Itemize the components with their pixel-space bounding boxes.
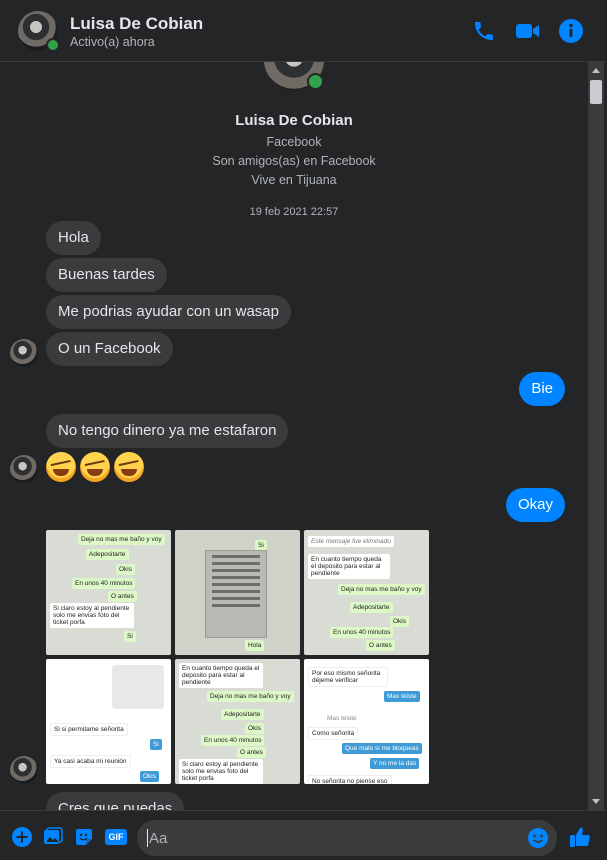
- chat-screenshot-text: Si claro estoy al pendiente solo me envi…: [179, 759, 263, 784]
- chat-screenshot-text: O antes: [237, 747, 266, 758]
- chat-screenshot-text: En unos 40 minutos: [201, 735, 265, 746]
- scroll-down-icon[interactable]: [592, 799, 600, 804]
- message-bubble[interactable]: Cres que puedas: [46, 792, 185, 810]
- chat-screenshot-text: Como señorita: [308, 727, 359, 740]
- message-bubble[interactable]: O un Facebook: [46, 332, 173, 366]
- chat-screenshot-text: Adepositarte: [86, 549, 129, 560]
- conversation[interactable]: Luisa De Cobian Facebook Son amigos(as) …: [0, 62, 588, 810]
- text-caret: [147, 829, 148, 847]
- chat-screenshot-text: Adepositarte: [350, 602, 393, 613]
- chat-header: Luisa De Cobian Activo(a) ahora: [0, 0, 607, 62]
- chat-screenshot-text: Este mensaje fue eliminado: [308, 536, 394, 547]
- chat-screenshot-text: En unos 40 minutos: [330, 627, 394, 638]
- chat-screenshot-text: Por eso mismo señorita déjeme verificar: [308, 667, 388, 687]
- shared-photo[interactable]: Si Hola: [175, 530, 300, 655]
- chat-screenshot-text: En unos 40 minutos: [72, 578, 136, 589]
- profile-friendship: Son amigos(as) en Facebook: [212, 154, 376, 168]
- add-icon[interactable]: [11, 826, 33, 848]
- scrollbar[interactable]: [588, 62, 604, 810]
- chat-screenshot-text: Okis: [390, 616, 409, 627]
- avatar[interactable]: [18, 11, 60, 52]
- profile-name: Luisa De Cobian: [235, 112, 353, 129]
- sticker-icon[interactable]: [74, 827, 94, 847]
- composer-bar: GIF: [0, 810, 607, 860]
- emoji-icon[interactable]: [527, 827, 549, 849]
- keyboard-sticker-image: [112, 665, 164, 709]
- phone-icon[interactable]: [471, 18, 497, 44]
- like-icon[interactable]: [568, 825, 592, 849]
- profile-source: Facebook: [266, 135, 322, 149]
- chat-screenshot-text: Okis: [116, 564, 135, 575]
- chat-screenshot-text: Si claro estoy al pendiente solo me envi…: [50, 603, 134, 628]
- chat-screenshot-text: O antes: [366, 640, 395, 651]
- laughing-emoji-icon: [114, 452, 144, 482]
- video-icon[interactable]: [515, 18, 541, 44]
- chat-screenshot-text: En cuanto tiempo queda el deposito para …: [308, 554, 390, 579]
- message-bubble-outgoing[interactable]: Okay: [505, 488, 565, 522]
- message-bubble[interactable]: Hola: [46, 221, 101, 255]
- gif-icon[interactable]: GIF: [105, 829, 127, 845]
- avatar[interactable]: [10, 455, 38, 483]
- chat-screenshot-text: Ya casi acaba mi reunión: [50, 755, 131, 768]
- chat-screenshot-text: Deja no mas me baño y voy: [207, 691, 294, 702]
- scrollbar-thumb[interactable]: [590, 80, 602, 104]
- chat-screenshot-text: Adepositarte: [221, 709, 264, 720]
- chat-screenshot-text: Que malo si me bloqueas: [342, 743, 422, 754]
- contact-name[interactable]: Luisa De Cobian: [70, 14, 203, 34]
- chat-screenshot-text: Mas teiste: [384, 691, 420, 702]
- message-bubble-outgoing[interactable]: Bie: [519, 372, 565, 406]
- receipt-photo: [205, 550, 267, 638]
- laughing-emoji-icon: [80, 452, 110, 482]
- shared-photo[interactable]: En cuanto tiempo queda el deposito para …: [175, 659, 300, 784]
- message-bubble[interactable]: Buenas tardes: [46, 258, 167, 292]
- chat-screenshot-text: No señorita no piense eso: [308, 775, 392, 784]
- chat-screenshot-text: Okis: [140, 771, 159, 782]
- emoji-message[interactable]: [46, 452, 148, 489]
- chat-screenshot-text: Y no me la das: [370, 758, 420, 769]
- avatar[interactable]: [10, 756, 38, 784]
- contact-status: Activo(a) ahora: [70, 35, 155, 49]
- messenger-window: Luisa De Cobian Activo(a) ahora Luisa De…: [0, 0, 607, 860]
- message-timestamp: 19 feb 2021 22:57: [249, 206, 339, 218]
- message-input-wrapper: [137, 820, 557, 856]
- chat-screenshot-text: En cuanto tiempo queda el deposito para …: [179, 663, 263, 688]
- chat-screenshot-text: Hola: [245, 640, 265, 651]
- chat-screenshot-text: Okis: [245, 723, 264, 734]
- message-bubble[interactable]: Me podrias ayudar con un wasap: [46, 295, 291, 329]
- chat-screenshot-text: Deja no mas me baño y voy: [338, 584, 425, 595]
- info-icon[interactable]: [558, 18, 584, 44]
- profile-location: Vive en Tijuana: [251, 173, 337, 187]
- chat-screenshot-text: Deja no mas me baño y voy: [78, 534, 165, 545]
- shared-photo[interactable]: Por eso mismo señorita déjeme verificar …: [304, 659, 429, 784]
- message-input[interactable]: [149, 820, 519, 856]
- avatar[interactable]: [10, 339, 38, 367]
- message-bubble[interactable]: No tengo dinero ya me estafaron: [46, 414, 289, 448]
- chat-screenshot-text: Si: [150, 739, 162, 750]
- online-indicator: [307, 73, 324, 90]
- chat-screenshot-text: O antes: [108, 591, 137, 602]
- online-indicator: [46, 38, 60, 52]
- chat-screenshot-text: Mas teiste: [324, 713, 360, 724]
- image-icon[interactable]: [43, 827, 63, 847]
- profile-avatar[interactable]: [264, 62, 324, 90]
- scroll-up-icon[interactable]: [592, 68, 600, 73]
- shared-photo[interactable]: Este mensaje fue eliminado En cuanto tie…: [304, 530, 429, 655]
- chat-screenshot-text: Si: [124, 631, 136, 642]
- chat-screenshot-text: Si si permitame señorita: [50, 723, 128, 736]
- laughing-emoji-icon: [46, 452, 76, 482]
- shared-photo[interactable]: Deja no mas me baño y voy Adepositarte O…: [46, 530, 171, 655]
- shared-photo[interactable]: Si si permitame señorita Si Ya casi acab…: [46, 659, 171, 784]
